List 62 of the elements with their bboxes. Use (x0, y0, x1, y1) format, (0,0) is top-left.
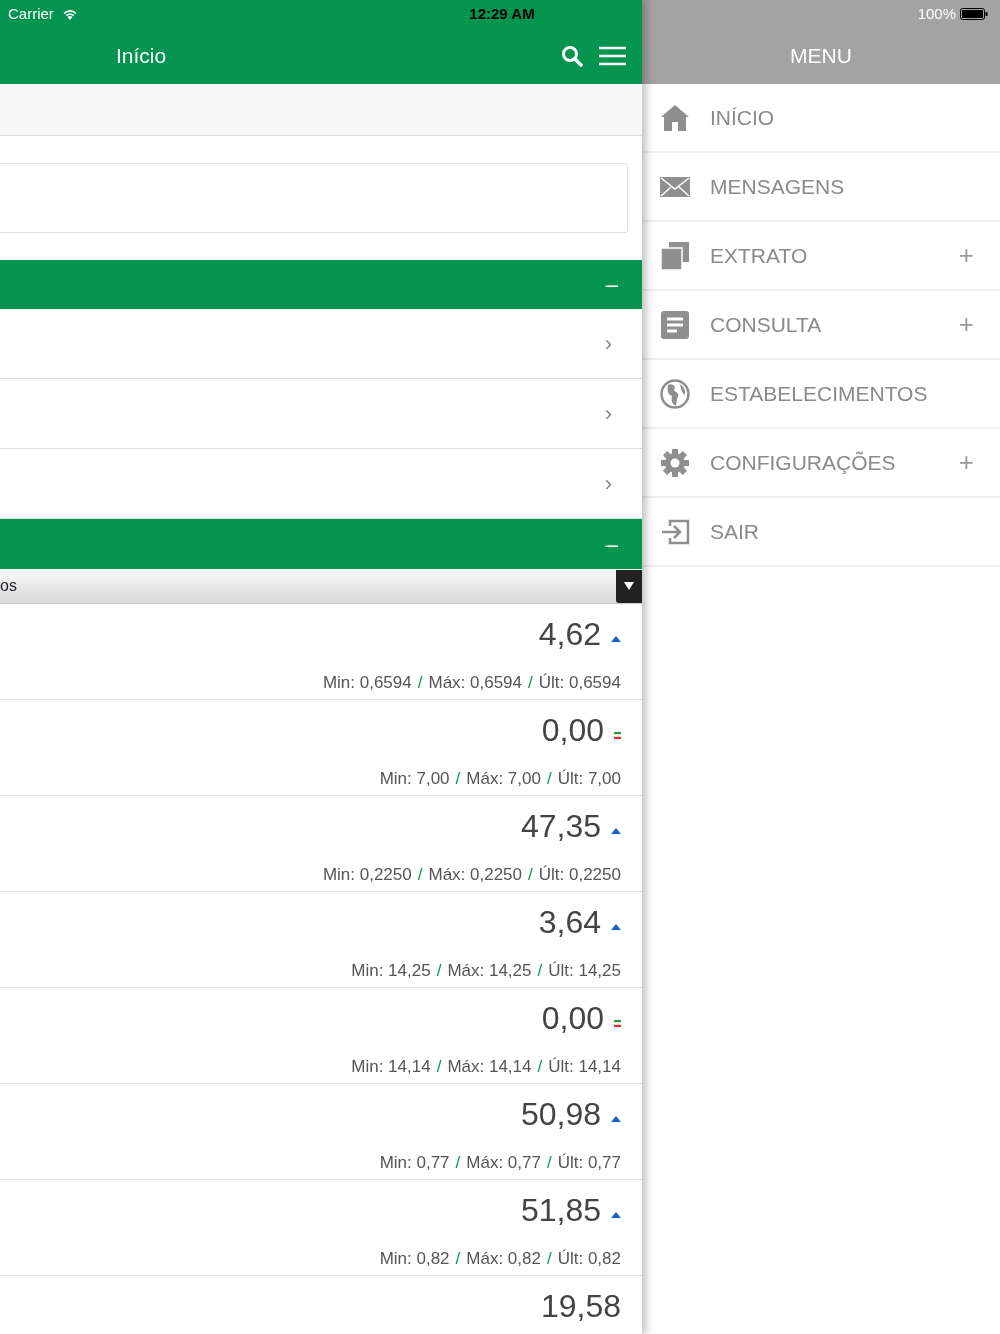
battery-icon (960, 8, 988, 20)
list-row[interactable]: › (0, 379, 642, 449)
menu-item[interactable]: CONFIGURAÇÕES + (642, 429, 1000, 498)
quote-value: 0,00 (541, 999, 604, 1038)
quote-value: 3,64 (538, 903, 601, 942)
quote-value: 19,58 (540, 1287, 621, 1326)
chevron-icon: › (604, 332, 612, 355)
unchanged-icon (614, 731, 621, 739)
section-header[interactable]: – (0, 519, 642, 569)
trend-up-icon (611, 1116, 621, 1122)
menu-item[interactable]: CONSULTA + (642, 291, 1000, 360)
list-row[interactable]: › (0, 309, 642, 379)
globe-icon (660, 378, 690, 409)
collapse-toggle[interactable]: – (605, 268, 618, 301)
price-stats: Min: 14,14 / Máx: 14,14 / Últ: 14,14 (350, 1056, 621, 1078)
section-header[interactable]: – (0, 260, 642, 309)
envelope-icon (660, 176, 690, 197)
menu-title: MENU (789, 43, 853, 70)
menu-item[interactable]: MENSAGENS (642, 153, 1000, 222)
chevron-icon: › (604, 472, 612, 495)
quote-value: 51,85 (520, 1191, 601, 1230)
price-stats: Min: 0,82 / Máx: 0,82 / Últ: 0,82 (378, 1248, 621, 1270)
select-value: os (0, 576, 17, 596)
unchanged-icon (614, 1019, 621, 1027)
collapse-toggle[interactable]: – (605, 527, 618, 561)
trend-up-icon (611, 924, 621, 930)
dropdown-button[interactable] (616, 569, 642, 603)
menu-item[interactable]: SAIR (642, 498, 1000, 567)
input-field[interactable] (0, 163, 628, 233)
quote-value: 4,62 (538, 615, 601, 654)
carrier-label: Carrier (8, 3, 54, 24)
price-stats: Min: 0,2250 / Máx: 0,2250 / Últ: 0,2250 (321, 864, 621, 886)
trend-up-icon (611, 828, 621, 834)
price-stats: Min: 0,77 / Máx: 0,77 / Últ: 0,77 (378, 1152, 621, 1174)
price-stats: Min: 14,25 / Máx: 14,25 / Últ: 14,25 (350, 960, 621, 982)
quote-value: 0,00 (541, 711, 604, 750)
clock-time: 12:29 AM (469, 3, 535, 24)
quote-value: 47,35 (520, 807, 601, 846)
trend-up-icon (611, 636, 621, 642)
exit-icon (660, 517, 690, 546)
chevron-icon: › (604, 402, 612, 425)
menu-item[interactable]: ESTABELECIMENTOS (642, 360, 1000, 429)
wifi-icon (61, 8, 78, 20)
pages-icon (660, 241, 690, 270)
quote-value: 50,98 (520, 1095, 601, 1134)
expand-icon[interactable]: + (958, 236, 974, 275)
menu-item[interactable]: INÍCIO (642, 84, 1000, 153)
search-icon[interactable] (561, 45, 583, 67)
house-icon (660, 102, 690, 133)
menu-item[interactable]: EXTRATO + (642, 222, 1000, 291)
menu-icon[interactable] (599, 46, 626, 66)
dropdown-select[interactable]: os (0, 569, 642, 604)
price-stats: Min: 0,6594 / Máx: 0,6594 / Últ: 0,6594 (321, 672, 621, 694)
battery-percent: 100% (917, 3, 956, 24)
caret-icon (624, 582, 634, 590)
settings-icon (660, 447, 690, 478)
document-icon (660, 310, 690, 339)
trend-up-icon (611, 1212, 621, 1218)
expand-icon[interactable]: + (958, 443, 974, 482)
price-stats: Min: 7,00 / Máx: 7,00 / Últ: 7,00 (378, 768, 621, 790)
page-title: Início (116, 43, 167, 70)
expand-icon[interactable]: + (958, 305, 974, 344)
